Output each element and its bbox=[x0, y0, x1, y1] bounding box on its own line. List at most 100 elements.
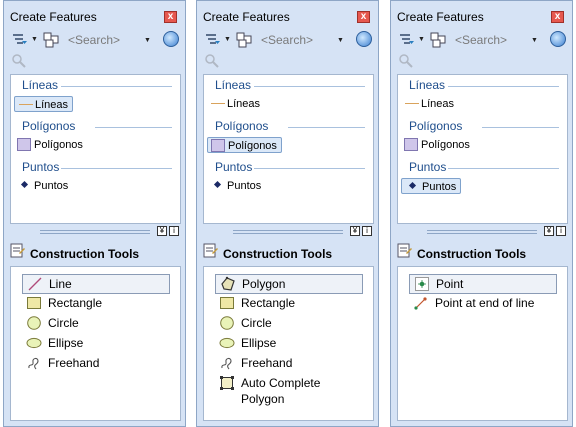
construction-tool-label: Ellipse bbox=[48, 336, 84, 350]
template-item[interactable]: Puntos bbox=[14, 178, 72, 194]
construction-tool[interactable]: Rectangle bbox=[215, 294, 363, 312]
point-symbol-swatch bbox=[213, 180, 222, 189]
point-at-end-of-line-icon bbox=[413, 295, 429, 311]
search-dropdown-arrow[interactable]: ▼ bbox=[531, 37, 538, 44]
construction-tool-label: Freehand bbox=[48, 356, 100, 370]
panel-splitter[interactable]: ¥ i bbox=[203, 225, 374, 237]
filter-icon[interactable] bbox=[12, 32, 28, 48]
group-divider bbox=[254, 168, 365, 169]
template-group-heading: Líneas bbox=[409, 78, 446, 92]
construction-tool[interactable]: Freehand bbox=[22, 354, 170, 372]
template-item[interactable]: Líneas bbox=[14, 96, 74, 112]
polygon-icon bbox=[220, 276, 236, 292]
search-input[interactable]: <Search> bbox=[68, 33, 143, 50]
construction-tool-label: Polygon bbox=[242, 277, 286, 291]
title-bar: Create Features x bbox=[391, 1, 572, 33]
filter-dropdown-arrow[interactable]: ▼ bbox=[31, 36, 38, 43]
disabled-tool-icon bbox=[11, 53, 27, 69]
search-go-icon[interactable] bbox=[550, 31, 566, 47]
point-symbol-swatch bbox=[408, 181, 417, 190]
template-item[interactable]: Polígonos bbox=[401, 137, 474, 153]
splitter-grip bbox=[233, 230, 343, 234]
template-group-heading: Puntos bbox=[409, 160, 447, 174]
group-divider bbox=[61, 86, 172, 87]
construction-tool-label: Line bbox=[49, 277, 72, 291]
collapse-button[interactable]: ¥ bbox=[157, 226, 167, 236]
construction-tool[interactable]: Auto Complete Polygon bbox=[215, 374, 363, 408]
organize-templates-icon[interactable] bbox=[236, 32, 252, 48]
construction-tools-list: Line Rectangle Circle Ellipse Freehand bbox=[10, 266, 181, 421]
template-label: Polígonos bbox=[34, 139, 83, 151]
construction-tool[interactable]: Freehand bbox=[215, 354, 363, 372]
construction-tool[interactable]: Circle bbox=[215, 314, 363, 332]
splitter-grip bbox=[40, 230, 150, 234]
construction-tool[interactable]: Ellipse bbox=[22, 334, 170, 352]
template-group-heading: Líneas bbox=[22, 78, 59, 92]
template-group-heading: Líneas bbox=[215, 78, 252, 92]
template-item[interactable]: Polígonos bbox=[14, 137, 87, 153]
line-icon bbox=[27, 276, 43, 292]
collapse-button[interactable]: ¥ bbox=[350, 226, 360, 236]
search-input[interactable]: <Search> bbox=[455, 33, 530, 50]
panel-splitter[interactable]: ¥ i bbox=[10, 225, 181, 237]
construction-tool[interactable]: Line bbox=[22, 274, 170, 294]
properties-button[interactable]: i bbox=[362, 226, 372, 236]
filter-dropdown-arrow[interactable]: ▼ bbox=[418, 36, 425, 43]
search-go-icon[interactable] bbox=[356, 31, 372, 47]
collapse-button[interactable]: ¥ bbox=[544, 226, 554, 236]
toolbar: ▼ <Search> ▼ bbox=[203, 30, 372, 52]
ellipse-icon bbox=[26, 335, 42, 351]
template-list: Líneas Líneas Polígonos Polígonos Puntos Punt… bbox=[397, 74, 568, 224]
close-button[interactable]: x bbox=[551, 11, 564, 23]
freehand-icon bbox=[219, 355, 235, 371]
template-label: Líneas bbox=[227, 98, 261, 110]
template-list: Líneas Líneas Polígonos Polígonos Puntos Punt… bbox=[10, 74, 181, 224]
filter-icon[interactable] bbox=[399, 32, 415, 48]
template-item[interactable]: Polígonos bbox=[207, 137, 282, 153]
template-label: Puntos bbox=[422, 181, 457, 193]
panel-splitter[interactable]: ¥ i bbox=[397, 225, 568, 237]
search-dropdown-arrow[interactable]: ▼ bbox=[337, 37, 344, 44]
ellipse-icon bbox=[219, 335, 235, 351]
construction-tool-label: Rectangle bbox=[48, 296, 103, 310]
construction-tools-title: Construction Tools bbox=[417, 247, 527, 261]
construction-tool[interactable]: Rectangle bbox=[22, 294, 170, 312]
group-divider bbox=[254, 86, 365, 87]
properties-button[interactable]: i bbox=[556, 226, 566, 236]
group-divider bbox=[61, 168, 172, 169]
create-features-panel: Create Features x ▼ <Search> ▼ Líneas Líneas Po… bbox=[390, 0, 573, 427]
template-item[interactable]: Líneas bbox=[401, 96, 458, 112]
organize-templates-icon[interactable] bbox=[43, 32, 59, 48]
construction-tool-label: Rectangle bbox=[241, 296, 296, 310]
template-item[interactable]: Puntos bbox=[207, 178, 265, 194]
search-go-icon[interactable] bbox=[163, 31, 179, 47]
construction-tool[interactable]: Point bbox=[409, 274, 557, 294]
filter-dropdown-arrow[interactable]: ▼ bbox=[224, 36, 231, 43]
construction-tool-label: Ellipse bbox=[241, 336, 277, 350]
properties-button[interactable]: i bbox=[169, 226, 179, 236]
circle-icon bbox=[219, 315, 235, 331]
window-title: Create Features bbox=[10, 10, 97, 24]
construction-tool[interactable]: Ellipse bbox=[215, 334, 363, 352]
template-group-heading: Polígonos bbox=[215, 119, 269, 133]
construction-tool[interactable]: Polygon bbox=[215, 274, 363, 294]
close-button[interactable]: x bbox=[164, 11, 177, 23]
group-divider bbox=[288, 127, 365, 128]
construction-tool[interactable]: Point at end of line bbox=[409, 294, 557, 312]
construction-tool-label: Circle bbox=[48, 316, 79, 330]
construction-tool[interactable]: Circle bbox=[22, 314, 170, 332]
template-item[interactable]: Puntos bbox=[401, 178, 462, 194]
close-button[interactable]: x bbox=[357, 11, 370, 23]
search-dropdown-arrow[interactable]: ▼ bbox=[144, 37, 151, 44]
group-divider bbox=[482, 127, 559, 128]
organize-templates-icon[interactable] bbox=[430, 32, 446, 48]
line-symbol-swatch bbox=[211, 103, 225, 104]
template-item[interactable]: Líneas bbox=[207, 96, 264, 112]
template-label: Líneas bbox=[421, 98, 455, 110]
template-label: Polígonos bbox=[228, 140, 277, 152]
search-input[interactable]: <Search> bbox=[261, 33, 336, 50]
construction-tool-label: Freehand bbox=[241, 356, 293, 370]
construction-tool-label: Point bbox=[436, 277, 464, 291]
filter-icon[interactable] bbox=[205, 32, 221, 48]
construction-tool-label: Point at end of line bbox=[435, 296, 535, 310]
